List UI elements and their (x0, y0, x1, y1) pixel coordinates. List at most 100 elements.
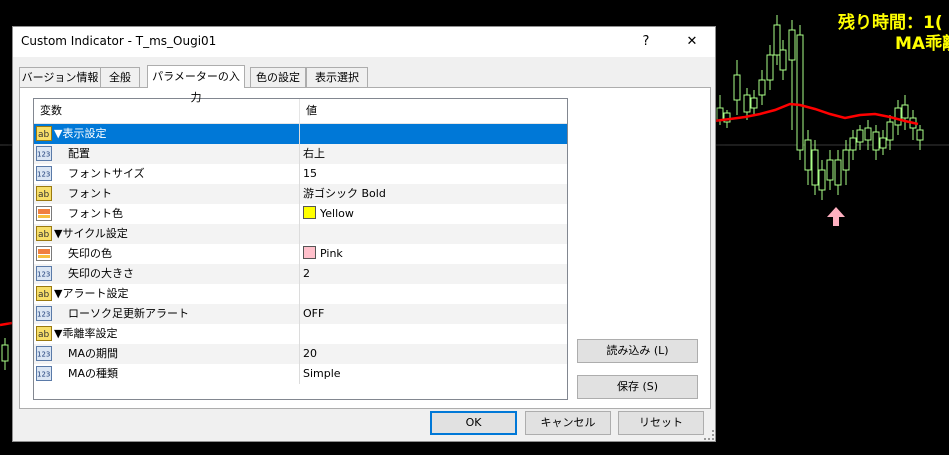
parameter-row[interactable]: ab フォント 游ゴシック Bold (34, 184, 567, 204)
tab-visualization[interactable]: 表示選択 (306, 67, 368, 87)
candle-body (773, 24, 781, 56)
parameter-row[interactable]: ab ▼サイクル設定 (34, 224, 567, 244)
parameter-row[interactable]: 123 配置 右上 (34, 144, 567, 164)
parameter-name: ▼乖離率設定 (54, 327, 118, 340)
text-type-icon: ab (36, 226, 52, 241)
resize-grip-icon[interactable] (704, 430, 714, 440)
parameter-row[interactable]: ab ▼アラート設定 (34, 284, 567, 304)
parameter-row[interactable]: 123 矢印の大きさ 2 (34, 264, 567, 284)
parameter-row[interactable]: 123 フォントサイズ 15 (34, 164, 567, 184)
parameter-name: フォント (68, 187, 112, 200)
parameter-name-cell[interactable]: 123 矢印の大きさ (34, 264, 300, 284)
parameter-name-cell[interactable]: 123 フォントサイズ (34, 164, 300, 184)
parameter-name-cell[interactable]: 矢印の色 (34, 244, 300, 264)
cancel-button[interactable]: キャンセル (525, 411, 611, 435)
parameter-name-cell[interactable]: ab ▼表示設定 (34, 124, 300, 144)
parameter-value: OFF (303, 307, 325, 320)
svg-text:ab: ab (38, 230, 50, 240)
tab-colors[interactable]: 色の設定 (250, 67, 306, 87)
candle-body (779, 49, 787, 71)
parameter-name-cell[interactable]: 123 MAの種類 (34, 364, 300, 384)
parameter-value: 右上 (303, 147, 325, 160)
tab-bar: バージョン情報 全般 パラメーターの入力 色の設定 表示選択 (19, 65, 709, 104)
parameter-value-cell[interactable]: 右上 (300, 144, 567, 164)
parameter-name-cell[interactable]: 123 MAの期間 (34, 344, 300, 364)
text-type-icon: ab (36, 326, 52, 341)
candle-body (894, 107, 902, 126)
parameter-value-cell[interactable] (300, 224, 567, 244)
dialog-title: Custom Indicator - T_ms_Ougi01 (21, 34, 217, 48)
parameter-name: 配置 (68, 147, 90, 160)
candle-body (879, 137, 887, 149)
parameter-value-cell[interactable]: 2 (300, 264, 567, 284)
load-button[interactable]: 読み込み (L) (577, 339, 698, 363)
column-header-variable[interactable]: 変数 (34, 99, 300, 123)
candle-body (834, 159, 842, 186)
color-type-icon (36, 246, 52, 261)
parameter-name-cell[interactable]: 123 配置 (34, 144, 300, 164)
svg-text:123: 123 (37, 171, 50, 179)
candle-body (804, 139, 812, 171)
parameter-value-cell[interactable]: OFF (300, 304, 567, 324)
svg-text:123: 123 (37, 311, 50, 319)
close-button[interactable]: ✕ (669, 27, 715, 57)
parameter-value-cell[interactable] (300, 124, 567, 144)
number-type-icon: 123 (36, 366, 52, 381)
parameter-value: Simple (303, 367, 341, 380)
parameter-name-cell[interactable]: フォント色 (34, 204, 300, 224)
parameter-value-cell[interactable]: Pink (300, 244, 567, 264)
parameter-name-cell[interactable]: ab ▼アラート設定 (34, 284, 300, 304)
parameter-row[interactable]: ab ▼表示設定 (34, 124, 567, 144)
parameter-value: 游ゴシック Bold (303, 187, 386, 200)
parameter-name: フォント色 (68, 207, 123, 220)
parameter-value-cell[interactable] (300, 324, 567, 344)
parameter-value-cell[interactable]: Yellow (300, 204, 567, 224)
svg-text:123: 123 (37, 351, 50, 359)
parameter-value-cell[interactable]: 15 (300, 164, 567, 184)
parameter-value-cell[interactable] (300, 284, 567, 304)
parameter-name-cell[interactable]: ab ▼乖離率設定 (34, 324, 300, 344)
tab-version-info[interactable]: バージョン情報 (19, 67, 101, 87)
candle-body (872, 131, 880, 151)
parameter-row[interactable]: 123 MAの期間 20 (34, 344, 567, 364)
reset-button[interactable]: リセット (618, 411, 704, 435)
tab-parameters[interactable]: パラメーターの入力 (147, 65, 245, 104)
candle-body (758, 79, 766, 96)
svg-text:123: 123 (37, 151, 50, 159)
ma-line-left (0, 321, 13, 327)
up-arrow-icon (827, 207, 845, 226)
column-header-value[interactable]: 値 (300, 99, 567, 123)
tab-general[interactable]: 全般 (100, 67, 140, 87)
candle-left (1, 338, 9, 370)
parameter-row[interactable]: 123 MAの種類 Simple (34, 364, 567, 384)
svg-text:ab: ab (38, 290, 50, 300)
candle-body (856, 129, 864, 143)
save-button[interactable]: 保存 (S) (577, 375, 698, 399)
number-type-icon: 123 (36, 306, 52, 321)
candle-body (886, 121, 894, 141)
parameter-row[interactable]: 123 ローソク足更新アラート OFF (34, 304, 567, 324)
candle-body (849, 137, 857, 151)
candle-body (788, 29, 796, 61)
parameter-name: 矢印の色 (68, 247, 112, 260)
candle-body (796, 34, 804, 151)
parameter-row[interactable]: 矢印の色 Pink (34, 244, 567, 264)
candle-body (916, 129, 924, 141)
parameter-name-cell[interactable]: ab ▼サイクル設定 (34, 224, 300, 244)
parameter-value-cell[interactable]: Simple (300, 364, 567, 384)
parameter-name-cell[interactable]: 123 ローソク足更新アラート (34, 304, 300, 324)
candle-body (818, 169, 826, 191)
ok-button[interactable]: OK (430, 411, 517, 435)
help-button[interactable]: ? (623, 27, 669, 57)
svg-text:123: 123 (37, 371, 50, 379)
candle-body (743, 94, 751, 113)
parameter-row[interactable]: フォント色 Yellow (34, 204, 567, 224)
candle-body (766, 54, 774, 81)
parameter-row[interactable]: ab ▼乖離率設定 (34, 324, 567, 344)
text-type-icon: ab (36, 126, 52, 141)
parameter-name-cell[interactable]: ab フォント (34, 184, 300, 204)
parameter-value-cell[interactable]: 游ゴシック Bold (300, 184, 567, 204)
candlesticks (716, 15, 924, 200)
parameter-value-cell[interactable]: 20 (300, 344, 567, 364)
parameters-grid[interactable]: 変数 値 ab ▼表示設定 123 配置 右上 123 フォントサイズ 15 ab フォント 游ゴシ… (33, 98, 568, 400)
